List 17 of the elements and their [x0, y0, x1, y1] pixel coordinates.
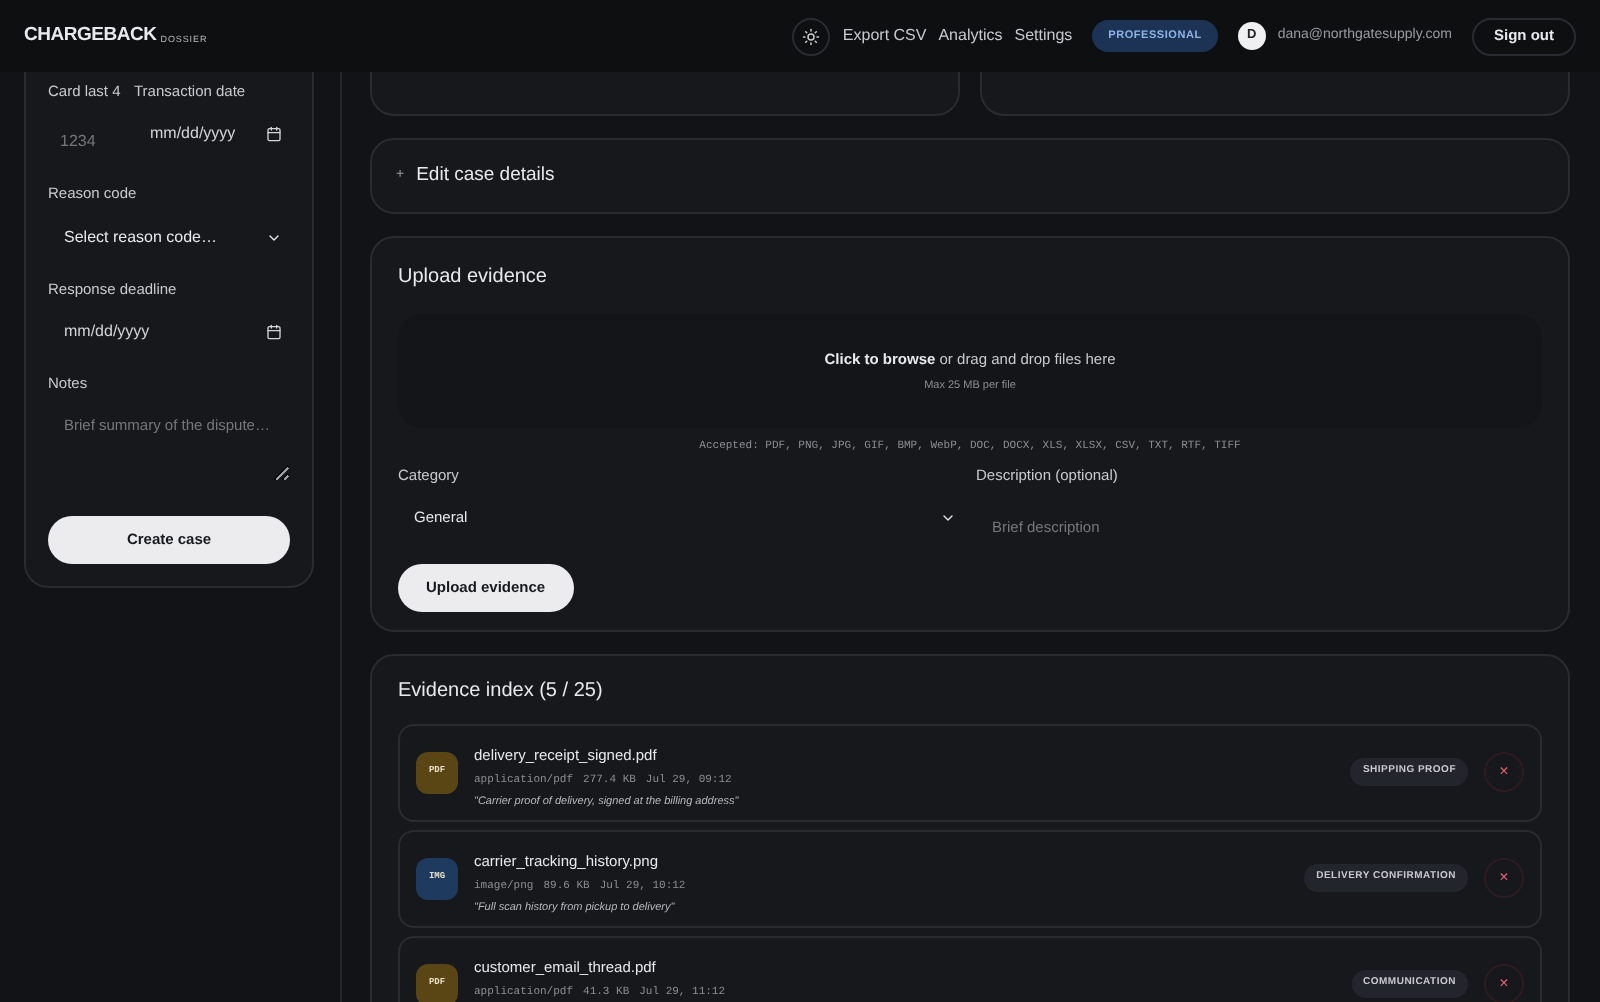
delete-button[interactable]: ×: [1484, 752, 1524, 792]
theme-toggle-button[interactable]: [792, 17, 831, 55]
calendar-icon: [266, 126, 282, 143]
date-field[interactable]: mm/dd/yyyy: [150, 122, 266, 147]
delete-button[interactable]: ×: [1484, 964, 1524, 1002]
reason-code-select[interactable]: Select reason code…: [48, 217, 290, 257]
card-last4-field[interactable]: 1234: [48, 121, 118, 162]
logo: CHARGEBACK: [24, 21, 157, 50]
nav-link[interactable]: Settings: [1014, 24, 1073, 48]
section-title: Upload evidence: [398, 264, 549, 292]
calendar-icon: [266, 323, 282, 340]
date-field[interactable]: mm/dd/yyyy: [64, 319, 266, 344]
nav-link[interactable]: Analytics: [938, 24, 1003, 48]
nav-link[interactable]: Export CSV: [842, 24, 927, 48]
delete-button[interactable]: ×: [1484, 858, 1524, 898]
sun-icon: [802, 27, 821, 45]
section-title: Evidence index (5 / 25): [398, 677, 605, 705]
